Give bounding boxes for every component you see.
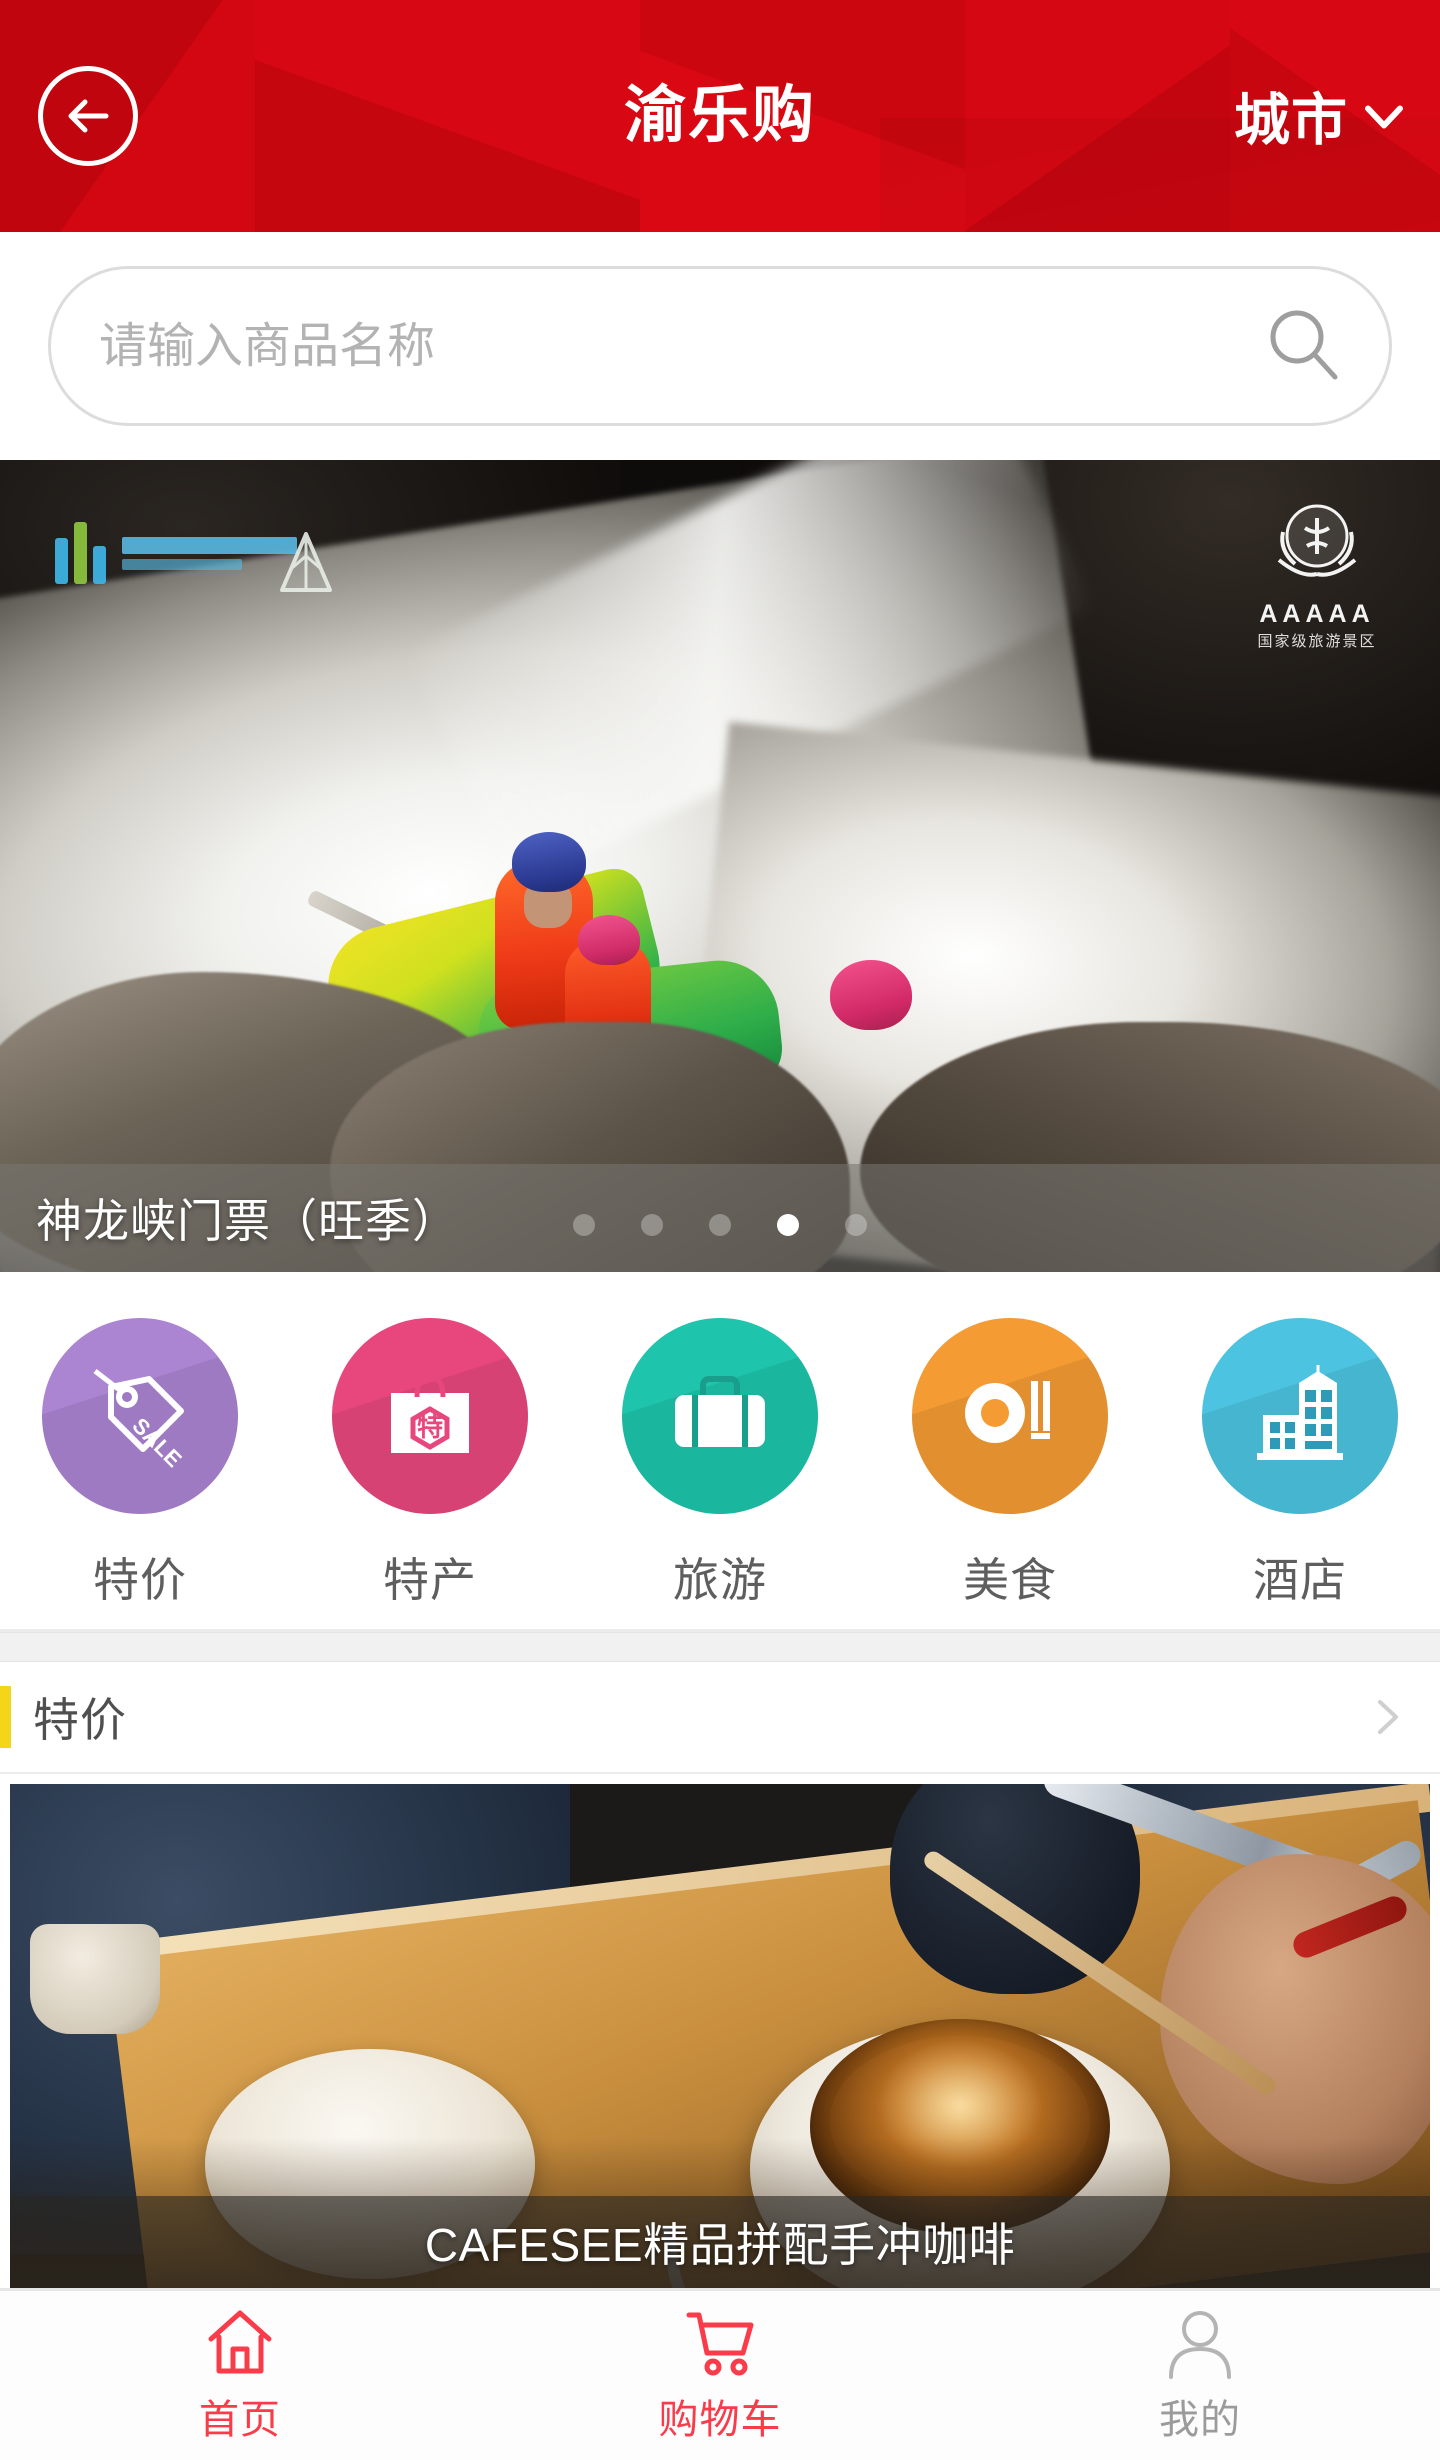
banner-dot[interactable] [709, 1214, 731, 1236]
promo-banner-carousel[interactable]: AAAAA 国家级旅游景区 神龙峡门票（旺季） [0, 460, 1440, 1272]
badge-subtitle: 国家级旅游景区 [1257, 633, 1377, 650]
product-caption-bar: CAFESEE精品拼配手冲咖啡 [10, 2196, 1430, 2288]
cart-icon [681, 2307, 759, 2379]
category-label: 特价 [93, 1554, 187, 1606]
back-button[interactable] [38, 66, 138, 166]
gift-box-icon: 特 [332, 1318, 528, 1514]
back-arrow-icon [58, 86, 118, 146]
category-item-sale[interactable]: SALE 特价 [40, 1318, 240, 1610]
product-card-coffee[interactable]: CAFESEE精品拼配手冲咖啡 [10, 1784, 1430, 2288]
sale-tag-icon: SALE [42, 1318, 238, 1514]
tab-profile[interactable]: 我的 [960, 2291, 1440, 2460]
product-title: CAFESEE精品拼配手冲咖啡 [424, 2219, 1016, 2271]
product-list: CAFESEE精品拼配手冲咖啡 [0, 1774, 1440, 2288]
city-selector-button[interactable]: 城市 [1234, 76, 1410, 157]
chevron-right-icon[interactable] [1364, 1694, 1410, 1740]
tab-profile-label: 我的 [1159, 2397, 1241, 2442]
category-item-travel[interactable]: 旅游 [620, 1318, 820, 1610]
tab-home-label: 首页 [199, 2397, 281, 2442]
banner-dot[interactable] [573, 1214, 595, 1236]
category-item-hotel[interactable]: 酒店 [1200, 1318, 1400, 1610]
category-grid: SALE 特价 特 特产 旅游 美食 酒店 [0, 1272, 1440, 1632]
tab-cart-label: 购物车 [658, 2397, 782, 2442]
chevron-down-icon [1358, 90, 1410, 142]
plate-cutlery-icon [912, 1318, 1108, 1514]
category-label: 美食 [963, 1554, 1057, 1606]
tab-cart[interactable]: 购物车 [480, 2291, 960, 2460]
section-title: 特价 [33, 1694, 127, 1746]
category-label: 酒店 [1253, 1554, 1347, 1606]
hotel-building-icon [1202, 1318, 1398, 1514]
search-icon[interactable] [1261, 303, 1347, 389]
header-background-facets [0, 0, 1440, 232]
svg-text:特: 特 [417, 1412, 443, 1442]
search-box[interactable] [48, 266, 1392, 426]
category-item-food[interactable]: 美食 [910, 1318, 1110, 1610]
banner-dot[interactable] [845, 1214, 867, 1236]
user-icon [1161, 2307, 1239, 2379]
banner-dot-active[interactable] [777, 1214, 799, 1236]
wreath-emblem-icon [1261, 488, 1373, 600]
banner-pagination-dots[interactable] [0, 1214, 1440, 1236]
banner-dot[interactable] [641, 1214, 663, 1236]
bottom-tab-bar: 首页 购物车 我的 [0, 2288, 1440, 2460]
city-selector-label: 城市 [1234, 88, 1348, 152]
home-icon [201, 2307, 279, 2379]
suitcase-icon [622, 1318, 818, 1514]
badge-stars: AAAAA [1259, 600, 1375, 628]
section-header-sale[interactable]: 特价 [0, 1662, 1440, 1774]
app-header: 渝乐购 城市 [0, 0, 1440, 232]
search-bar-container [0, 232, 1440, 460]
category-label: 特产 [383, 1554, 477, 1606]
aaaaa-rating-badge: AAAAA 国家级旅游景区 [1242, 488, 1392, 651]
section-accent-bar [0, 1686, 11, 1748]
category-item-specialty[interactable]: 特 特产 [330, 1318, 530, 1610]
tab-home[interactable]: 首页 [0, 2291, 480, 2460]
scenic-area-logo-icon [55, 522, 297, 584]
mountain-logo-icon [262, 516, 358, 608]
section-divider [0, 1632, 1440, 1662]
app-root: 渝乐购 城市 请输入商品名称 AAAAA 国家级旅游景区 神龙峡门票（旺季） S… [0, 0, 1440, 2460]
category-label: 旅游 [673, 1554, 767, 1606]
search-input[interactable] [99, 269, 1261, 423]
